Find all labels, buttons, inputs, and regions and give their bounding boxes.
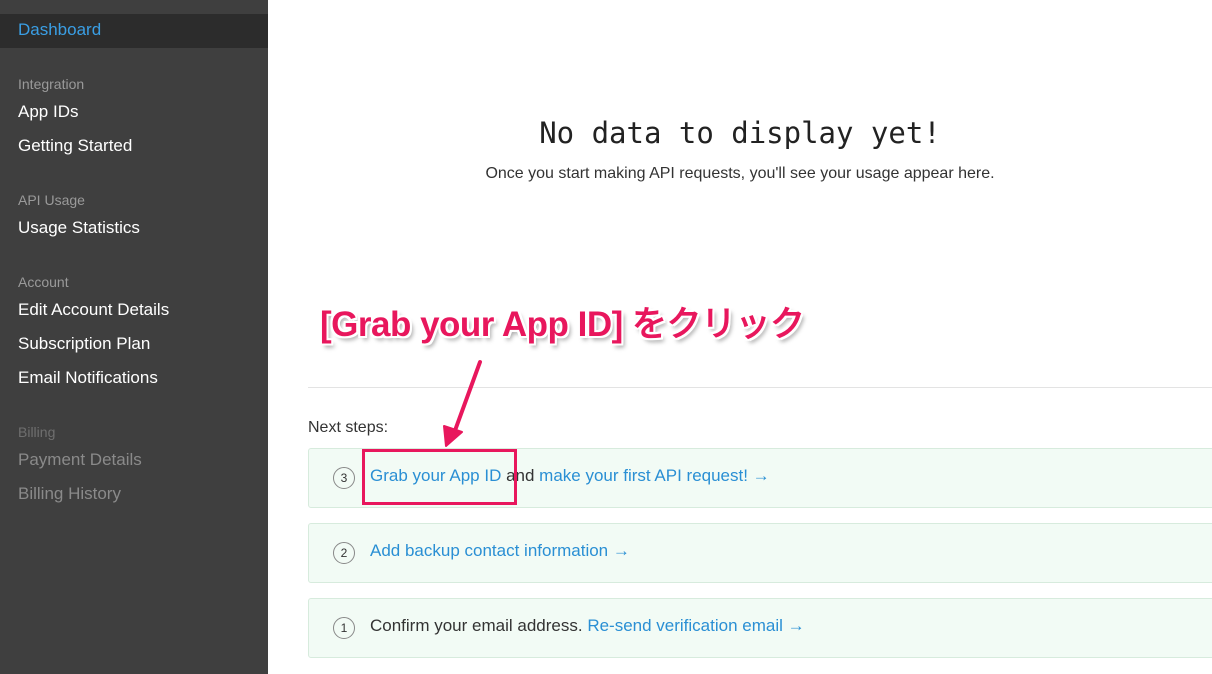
step-text: Add backup contact information → [370, 541, 630, 561]
step-number-badge: 1 [333, 617, 355, 639]
next-steps-label: Next steps: [308, 419, 389, 436]
step-text: Confirm your email address. Re-send veri… [370, 616, 805, 636]
sidebar-heading-billing: Billing [18, 424, 56, 440]
sidebar: Dashboard Integration App IDs Getting St… [0, 0, 268, 674]
sidebar-item-dashboard[interactable]: Dashboard [18, 20, 101, 40]
empty-state-title: No data to display yet! [539, 116, 941, 150]
sidebar-heading-integration: Integration [18, 76, 85, 92]
next-step-1: 1 Confirm your email address. Re-send ve… [308, 598, 1212, 658]
sidebar-heading-account: Account [18, 274, 69, 290]
sidebar-item-payment-details[interactable]: Payment Details [18, 450, 142, 470]
sidebar-item-subscription-plan[interactable]: Subscription Plan [18, 334, 150, 354]
annotation-highlight-box [362, 449, 517, 505]
sidebar-item-app-ids[interactable]: App IDs [18, 102, 78, 122]
empty-state-subtitle: Once you start making API requests, you'… [485, 165, 995, 182]
first-api-request-link[interactable]: make your first API request! → [539, 466, 770, 485]
sidebar-item-email-notifications[interactable]: Email Notifications [18, 368, 158, 388]
sidebar-item-billing-history[interactable]: Billing History [18, 484, 121, 504]
step-number-badge: 2 [333, 542, 355, 564]
sidebar-item-edit-account-details[interactable]: Edit Account Details [18, 300, 169, 320]
annotation-callout: [Grab your App ID] をクリック [320, 305, 805, 344]
resend-verification-link[interactable]: Re-send verification email → [587, 616, 804, 635]
step-number-badge: 3 [333, 467, 355, 489]
next-step-2: 2 Add backup contact information → [308, 523, 1212, 583]
sidebar-heading-api-usage: API Usage [18, 192, 85, 208]
add-backup-contact-link[interactable]: Add backup contact information → [370, 541, 630, 560]
sidebar-item-getting-started[interactable]: Getting Started [18, 136, 132, 156]
confirm-email-text: Confirm your email address. [370, 616, 588, 635]
sidebar-item-usage-statistics[interactable]: Usage Statistics [18, 218, 140, 238]
divider [308, 387, 1212, 388]
